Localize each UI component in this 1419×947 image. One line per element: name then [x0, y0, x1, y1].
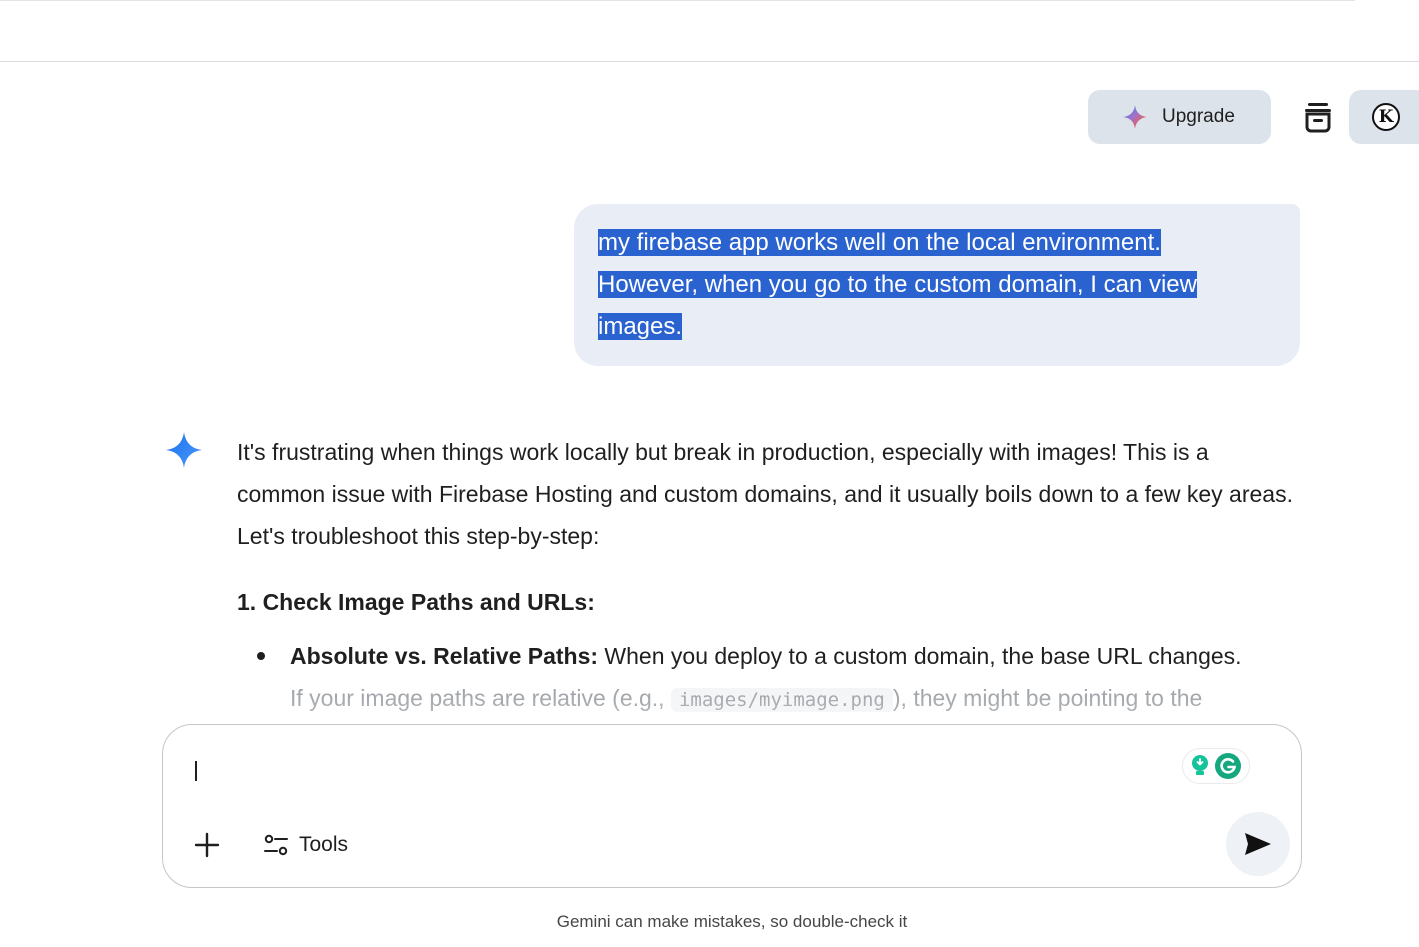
lightbulb-icon: [1192, 755, 1208, 775]
gemini-star-icon: [166, 432, 202, 468]
grammarly-icon: [1215, 753, 1241, 779]
tools-label: Tools: [299, 833, 349, 856]
grammarly-widget[interactable]: [1183, 749, 1249, 783]
user-message-line: images.: [598, 313, 683, 340]
plus-icon: [194, 832, 220, 858]
bullet-dot: [257, 652, 265, 660]
user-message-line: However, when you go to the custom domai…: [598, 271, 1197, 298]
sparkle-icon: [1123, 105, 1147, 129]
clear-history-button[interactable]: [1298, 97, 1338, 137]
tools-sliders-icon: [264, 834, 288, 856]
gemini-chat-page: Upgrade K my firebase app works well on …: [0, 0, 1419, 947]
response-intro: It's frustrating when things work locall…: [237, 439, 1293, 549]
assistant-response: It's frustrating when things work locall…: [237, 431, 1299, 716]
bullet-text: When you deploy to a custom domain, the …: [598, 643, 1242, 669]
user-message-text: my firebase app works well on the local …: [598, 222, 1238, 348]
text-caret: [195, 761, 197, 781]
list-item: Absolute vs. Relative Paths: When you de…: [257, 635, 1299, 716]
upgrade-label: Upgrade: [1162, 106, 1235, 127]
top-divider: [0, 0, 1355, 1]
clear-history-icon: [1305, 103, 1331, 133]
send-icon: [1245, 833, 1271, 855]
add-attachment-button[interactable]: [189, 827, 225, 863]
inline-code: images/myimage.png: [670, 688, 893, 712]
bullet-faded-text: If your image paths are relative (e.g.,: [290, 685, 671, 711]
top-bar: [0, 0, 1419, 62]
response-section-heading: 1. Check Image Paths and URLs:: [237, 589, 595, 615]
account-button[interactable]: K: [1349, 90, 1419, 144]
response-bullet-list: Absolute vs. Relative Paths: When you de…: [237, 635, 1299, 716]
user-message-line: my firebase app works well on the local …: [598, 229, 1161, 256]
upgrade-button[interactable]: Upgrade: [1088, 90, 1271, 144]
disclaimer-text: Gemini can make mistakes, so double-chec…: [556, 912, 908, 931]
prompt-input-box[interactable]: Tools: [162, 724, 1302, 888]
bullet-bold-label: Absolute vs. Relative Paths:: [290, 643, 599, 669]
send-button[interactable]: [1226, 812, 1290, 876]
avatar: K: [1372, 103, 1400, 131]
tools-button[interactable]: Tools: [263, 827, 348, 863]
bullet-faded-text-2: ), they might be pointing to the: [892, 685, 1203, 711]
user-message-bubble: my firebase app works well on the local …: [574, 204, 1300, 366]
